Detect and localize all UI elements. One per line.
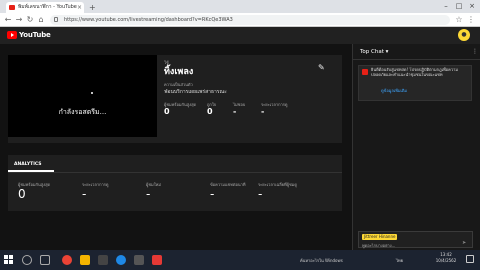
analytics-value-watch-time: - [82,187,87,201]
play-triangle-icon [11,33,14,37]
divider [8,172,342,173]
chat-user-name: Jittreer Hinanne [362,234,398,240]
youtube-header [0,27,480,44]
privacy-label: ความเป็นส่วนตัว [164,82,193,87]
edit-pencil-icon[interactable]: ✎ [318,63,325,72]
stat-value-watch-time: - [261,107,265,116]
privacy-value: ฟ่อนบริการเผยแพร่สาธารณะ [164,89,227,95]
clock-date: 10/4/2562 [435,258,457,263]
star-icon[interactable]: ☆ [454,14,464,26]
new-tab-button[interactable]: + [89,2,96,13]
taskbar-search-text[interactable]: ค้นหาอะไรใน Windows [300,257,343,264]
learn-more-link[interactable]: ดูข้อมูลเพิ่มเติม [381,87,407,94]
chat-welcome-text: ยินดีต้อนรับสู่แชทสด! โปรดปฏิบัติตามกฎเพ… [371,67,458,77]
app-icon[interactable] [134,255,144,265]
close-window-button[interactable]: × [466,0,478,13]
loading-spinner-icon [91,92,93,94]
player-status-text: กำลังรอสตรีม... [58,108,107,116]
youtube-wordmark[interactable]: YouTube [19,30,51,40]
stream-title: ทิ้งเพลง [164,67,194,77]
search-icon[interactable] [22,255,32,265]
minimize-button[interactable]: – [440,0,452,13]
analytics-label-avg-view: ระยะเวลาเฉลี่ยที่ผู้ชมดู [258,182,297,187]
windows-start-icon[interactable] [4,255,14,265]
windows-taskbar [0,250,480,270]
home-icon[interactable]: ⌂ [36,14,46,26]
analytics-value-chat-rate: - [210,187,215,201]
lock-icon [54,17,58,22]
system-clock[interactable]: 13:42 10/4/2562 [432,252,460,264]
recording-app-icon[interactable] [152,255,162,265]
chat-mode-dropdown[interactable]: Top Chat ▾ [360,48,388,56]
back-icon[interactable]: ← [3,14,13,26]
send-icon[interactable]: ➤ [462,240,466,246]
avatar[interactable]: ● [458,29,470,41]
tab-analytics[interactable]: ANALYTICS [14,162,42,167]
forward-icon[interactable]: → [14,14,24,26]
browser-menu-icon[interactable]: ⋮ [466,14,476,26]
url-input[interactable]: https://www.youtube.com/livestreaming/da… [50,15,450,25]
app-icon[interactable] [98,255,108,265]
stat-label-watch-time: ระยะเวลาการดู [261,102,288,107]
browser-tab[interactable]: พิมพ์เลขนาฬิกา - YouTube [6,2,84,13]
youtube-badge-icon [362,69,368,75]
tab-close-icon[interactable]: × [77,2,82,13]
analytics-label-chat-rate: ข้อความแชทต่อนาที [210,182,246,187]
browser-tab-title: พิมพ์เลขนาฬิกา - YouTube [18,4,77,10]
stream-subtitle: ใช้ [164,60,169,65]
stat-value-dislikes: - [233,107,237,116]
stream-preview-player[interactable] [8,55,157,137]
file-explorer-icon[interactable] [80,255,90,265]
analytics-value-new-viewers: - [146,187,151,201]
browser-app-icon[interactable] [116,255,126,265]
task-view-icon[interactable] [40,255,50,265]
analytics-value-avg-view: - [258,187,263,201]
stat-value-likes: 0 [207,107,213,116]
analytics-value-peak-viewers: 0 [18,187,26,201]
reload-icon[interactable]: ↻ [25,14,35,26]
stat-value-peak-viewers: 0 [164,107,170,116]
maximize-button[interactable]: □ [453,0,465,13]
input-language[interactable]: ไทย [396,257,403,264]
chrome-icon[interactable] [62,255,72,265]
notification-icon[interactable] [466,255,474,263]
divider [353,59,480,60]
chat-message-input[interactable]: พูดอะไรบางอย่าง... [362,242,395,249]
chat-more-icon[interactable]: ⋮ [472,48,478,55]
youtube-favicon-icon [9,5,15,10]
